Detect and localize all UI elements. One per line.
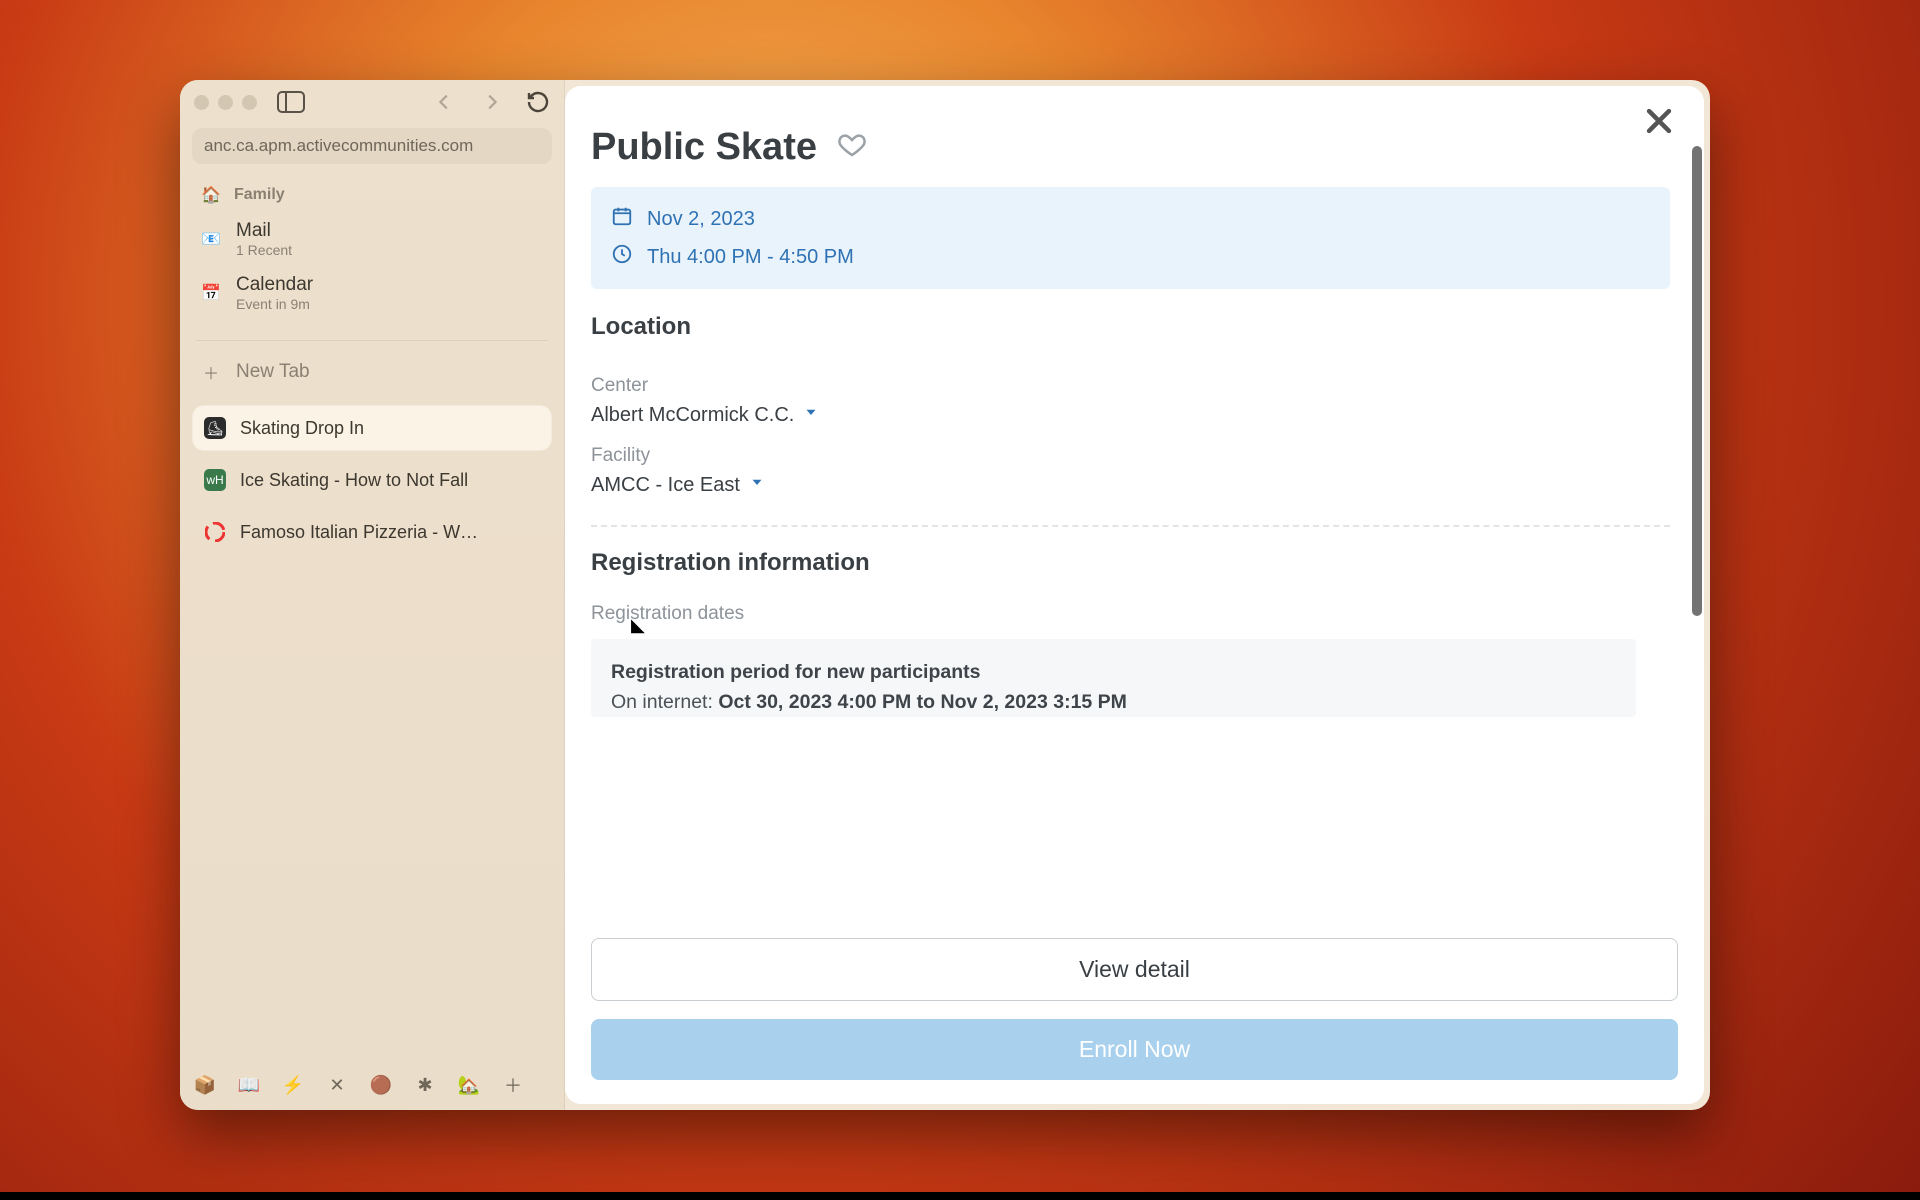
action-bar: View detail Enroll Now — [565, 938, 1704, 1104]
tab-skating-drop-in[interactable]: ⛸ Skating Drop In — [192, 405, 552, 451]
registration-internet-value: Oct 30, 2023 4:00 PM to Nov 2, 2023 3:15… — [718, 691, 1127, 713]
dock-icon[interactable]: 📖 — [238, 1074, 260, 1096]
enroll-now-button[interactable]: Enroll Now — [591, 1019, 1678, 1080]
window-controls[interactable] — [194, 95, 257, 110]
center-label: Center — [591, 375, 1670, 397]
taskbar — [0, 1192, 1920, 1200]
address-bar[interactable]: anc.ca.apm.activecommunities.com — [192, 128, 552, 164]
favicon: ⛸ — [204, 417, 226, 439]
event-date: Nov 2, 2023 — [647, 208, 755, 231]
new-tab-label: New Tab — [236, 361, 310, 383]
facility-expand[interactable]: AMCC - Ice East — [591, 473, 1670, 497]
forward-button[interactable] — [480, 91, 502, 113]
view-detail-button[interactable]: View detail — [591, 938, 1678, 1001]
tab-ice-skating-how-to[interactable]: wH Ice Skating - How to Not Fall — [192, 457, 552, 503]
dock-icon[interactable]: ✱ — [414, 1074, 436, 1096]
registration-dates-label: Registration dates — [591, 603, 1670, 625]
calendar-title: Calendar — [236, 274, 313, 296]
registration-heading: Registration information — [591, 549, 1670, 577]
home-icon: 🏠 — [200, 184, 222, 206]
page-title: Public Skate — [591, 126, 817, 169]
calendar-icon — [611, 205, 633, 233]
browser-sidebar: anc.ca.apm.activecommunities.com 🏠 Famil… — [180, 80, 565, 1110]
calendar-icon: 📅 — [200, 282, 222, 304]
tab-label: Famoso Italian Pizzeria - W… — [240, 522, 478, 543]
facility-label: Facility — [591, 445, 1670, 467]
mail-title: Mail — [236, 220, 292, 242]
mail-sub: 1 Recent — [236, 242, 292, 258]
calendar-sub: Event in 9m — [236, 296, 313, 312]
tab-label: Skating Drop In — [240, 418, 364, 439]
chevron-down-icon — [748, 473, 766, 497]
location-heading: Location — [591, 313, 1670, 341]
divider — [591, 525, 1670, 527]
center-expand[interactable]: Albert McCormick C.C. — [591, 403, 1670, 427]
desktop-wallpaper: anc.ca.apm.activecommunities.com 🏠 Famil… — [0, 0, 1920, 1200]
dock-add-icon[interactable]: ＋ — [502, 1074, 524, 1096]
facility-value: AMCC - Ice East — [591, 474, 740, 497]
chevron-down-icon — [802, 403, 820, 427]
sidebar-toggle-icon[interactable] — [277, 91, 305, 113]
toolbar — [180, 80, 564, 120]
event-time: Thu 4:00 PM - 4:50 PM — [647, 246, 854, 269]
sidebar-group-family[interactable]: 🏠 Family — [192, 178, 552, 212]
favicon: wH — [204, 469, 226, 491]
reload-button[interactable] — [526, 90, 550, 114]
registration-internet-label: On internet: — [611, 691, 718, 713]
tab-label: Ice Skating - How to Not Fall — [240, 470, 468, 491]
sidebar-item-mail[interactable]: 📧 Mail 1 Recent — [192, 212, 552, 266]
back-button[interactable] — [434, 91, 456, 113]
dock-icon[interactable]: 🏡 — [458, 1074, 480, 1096]
new-tab-button[interactable]: ＋ New Tab — [192, 353, 552, 391]
center-value: Albert McCormick C.C. — [591, 404, 794, 427]
dock-icon[interactable]: 📦 — [194, 1074, 216, 1096]
browser-window: anc.ca.apm.activecommunities.com 🏠 Famil… — [180, 80, 1710, 1110]
clock-icon — [611, 243, 633, 271]
registration-period-heading: Registration period for new participants — [611, 657, 1616, 687]
registration-info-box: Registration period for new participants… — [591, 639, 1636, 717]
plus-icon: ＋ — [200, 361, 222, 383]
sidebar-dock: 📦 📖 ⚡ ✕ 🟤 ✱ 🏡 ＋ — [180, 1064, 564, 1110]
favicon — [204, 521, 226, 543]
datetime-box: Nov 2, 2023 Thu 4:00 PM - 4:50 PM — [591, 187, 1670, 289]
divider — [196, 340, 548, 341]
mail-icon: 📧 — [200, 228, 222, 250]
page-content: Public Skate Nov 2, 2023 Thu 4:00 PM - — [565, 86, 1704, 1104]
dock-icon[interactable]: ✕ — [326, 1074, 348, 1096]
dock-icon[interactable]: 🟤 — [370, 1074, 392, 1096]
scrollbar-thumb[interactable] — [1692, 146, 1702, 616]
sidebar-item-calendar[interactable]: 📅 Calendar Event in 9m — [192, 266, 552, 320]
dock-icon[interactable]: ⚡ — [282, 1074, 304, 1096]
tab-famoso-pizzeria[interactable]: Famoso Italian Pizzeria - W… — [192, 509, 552, 555]
favorite-button[interactable] — [837, 130, 867, 165]
sidebar-group-label: Family — [234, 186, 285, 204]
